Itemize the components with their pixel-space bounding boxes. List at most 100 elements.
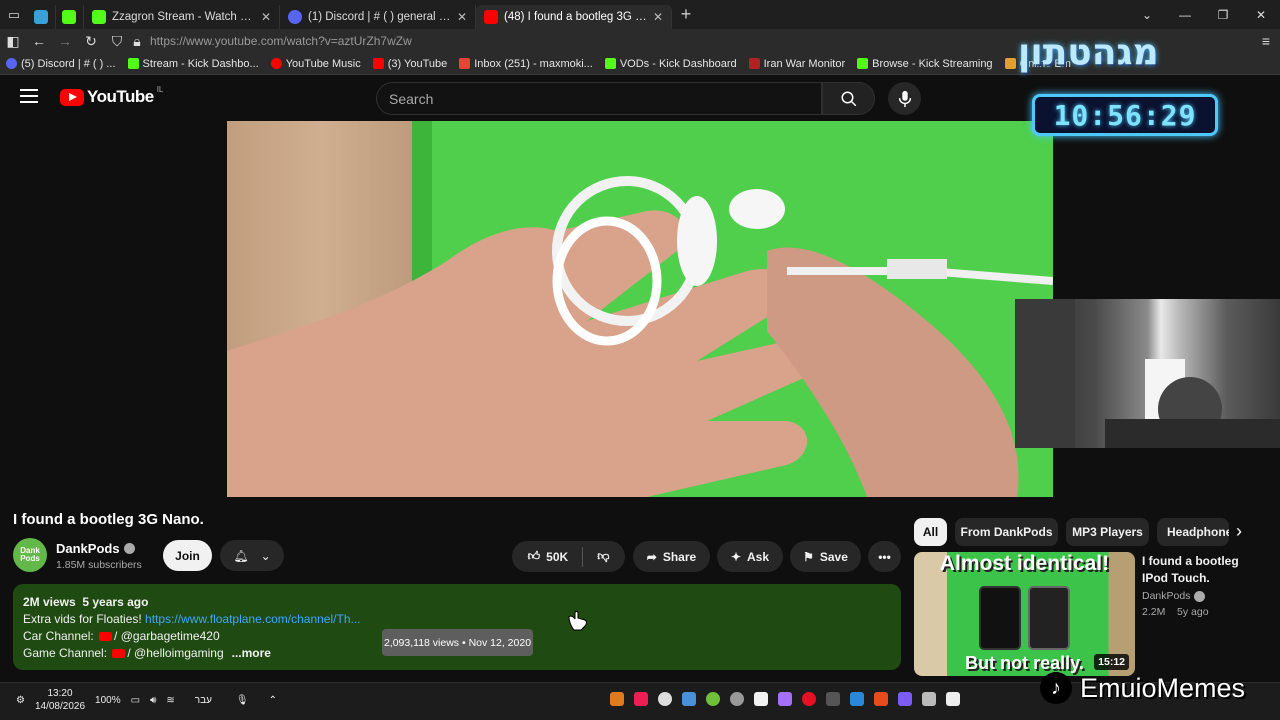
tab-pinned-1[interactable] [28,4,56,29]
gmail-icon [459,58,471,69]
game-channel-link[interactable]: / @helloimgaming [127,646,223,660]
app-icon[interactable] [778,692,792,706]
join-button[interactable]: Join [163,540,212,571]
battery-icon[interactable]: ▭ [131,695,140,706]
chatgpt-icon[interactable] [658,692,672,706]
show-more-link[interactable]: ...more [232,646,271,660]
app-icon[interactable] [706,692,720,706]
tiktok-icon[interactable] [634,692,648,706]
forward-button[interactable]: → [52,33,78,49]
chip-headphones[interactable]: Headphone [1157,518,1229,546]
weather-icon[interactable]: ⚙︎ [16,695,25,706]
video-player[interactable] [227,121,1053,497]
notifications-button[interactable]: 🔔︎ ⌄ [220,540,284,571]
microphone-icon[interactable]: 🎙︎ [236,695,249,706]
thumbs-down-icon[interactable]: 👎︎ [597,549,609,564]
voice-search-button[interactable] [888,82,921,115]
like-button[interactable]: 👍︎ 50K [528,549,569,564]
system-tray: ⚙︎ 13:20 14/08/2026 100% ▭ 🔊︎ ≋ עבר 🎙︎ ⌃ [16,687,277,713]
youtube-logo[interactable]: YouTube IL [60,85,163,107]
taskbar-apps [610,692,960,706]
close-tab-icon[interactable]: ✕ [653,10,663,24]
tab-zzagron-stream[interactable]: Zzagron Stream - Watch Live on ✕ [84,4,280,29]
window-controls: ⌄ — ❐ ✕ [1128,0,1280,29]
volume-icon[interactable]: 🔊︎ [150,695,156,706]
app-icon[interactable] [850,692,864,706]
app-icon[interactable] [946,692,960,706]
floatplane-link[interactable]: https://www.floatplane.com/channel/Th... [145,612,360,626]
ask-button[interactable]: ✦ Ask [717,541,783,572]
app-icon[interactable] [898,692,912,706]
channel-avatar[interactable]: Dank Pods [13,538,47,572]
opera-icon[interactable] [802,692,816,706]
chip-from-dankpods[interactable]: From DankPods [955,518,1058,546]
maximize-button[interactable]: ❐ [1204,0,1242,29]
car-channel-link[interactable]: / @garbagetime420 [114,629,220,643]
back-button[interactable]: ← [26,33,52,49]
bookmark-discord[interactable]: (5) Discord | # ( ) ... [6,58,116,70]
close-window-button[interactable]: ✕ [1242,0,1280,29]
new-tab-button[interactable]: + [672,4,700,25]
browser-menu-icon[interactable]: ≡ [1262,33,1270,49]
bookmark-youtube-music[interactable]: YouTube Music [270,58,361,70]
channel-name[interactable]: DankPods [56,541,135,556]
share-button[interactable]: ➦ Share [633,541,710,572]
clock[interactable]: 13:20 14/08/2026 [35,687,85,713]
minimize-button[interactable]: — [1166,0,1204,29]
recommended-thumbnail[interactable]: Almost identical! But not really. 15:12 [914,552,1135,676]
close-tab-icon[interactable]: ✕ [457,10,467,24]
bookmark-kick-dashboard[interactable]: Stream - Kick Dashbo... [127,58,259,70]
app-icon[interactable] [682,692,696,706]
app-icon[interactable] [826,692,840,706]
chevron-up-icon[interactable]: ⌃ [269,695,277,706]
tab-pinned-kick[interactable] [56,4,84,29]
settings-icon[interactable] [922,692,936,706]
tab-discord[interactable]: (1) Discord | # ( ) general | Od ✕ [280,4,476,29]
stream-timer-overlay: מגהטתון 10:56:29 [996,30,1254,158]
url-field[interactable]: https://www.youtube.com/watch?v=aztUrZh7… [150,34,412,48]
video-title: I found a bootleg 3G Nano. [13,511,204,528]
recommended-age: 5y ago [1177,606,1209,618]
overlay-timer-box: 10:56:29 [1032,94,1218,136]
bookmark-icon: ⚑ [803,549,814,564]
recommended-channel[interactable]: DankPods [1142,590,1206,602]
bookmark-kick-vods[interactable]: VODs - Kick Dashboard [604,58,737,70]
menu-icon[interactable] [20,89,38,103]
tab-favicon [34,9,48,24]
chip-mp3-players[interactable]: MP3 Players [1066,518,1149,546]
reload-button[interactable]: ↻ [78,33,104,50]
bookmark-youtube[interactable]: (3) YouTube [372,57,448,70]
sidebar-toggle-icon[interactable]: ◧ [0,33,26,50]
app-icon[interactable] [610,692,624,706]
search-input[interactable]: Search [376,82,822,115]
search-button[interactable] [822,82,875,115]
more-actions-button[interactable]: ••• [868,541,901,572]
close-tab-icon[interactable]: ✕ [261,10,271,24]
workspaces-icon[interactable]: ▭ [0,0,28,29]
bookmark-label: (3) YouTube [387,57,448,70]
app-icon[interactable] [874,692,888,706]
bookmark-gmail[interactable]: Inbox (251) - maxmoki... [459,58,593,70]
app-icon[interactable] [754,692,768,706]
avatar-text: Dank Pods [20,546,40,563]
tab-list-chevron-icon[interactable]: ⌄ [1128,0,1166,29]
lock-icon[interactable]: 🔒︎ [130,33,144,50]
description-text: Game Channel: [23,646,111,660]
bookmark-kick-browse[interactable]: Browse - Kick Streaming [857,58,993,70]
youtube-music-icon [270,58,282,69]
bookmark-iran-war-monitor[interactable]: Iran War Monitor [748,57,846,70]
app-icon[interactable] [730,692,744,706]
chevron-right-icon[interactable]: › [1236,521,1242,542]
shield-icon[interactable]: ⛉ [104,33,130,50]
language-indicator[interactable]: עבר [195,695,212,706]
chip-all[interactable]: All [914,518,947,546]
subscriber-count: 1.85M subscribers [56,559,142,571]
wifi-icon[interactable]: ≋ [166,695,174,706]
kick-icon [92,9,106,24]
tab-youtube-active[interactable]: (48) I found a bootleg 3G Nano. ✕ [476,4,672,29]
recommended-title[interactable]: I found a bootleg IPod Touch. [1142,553,1267,587]
description-box[interactable]: 2M views 5 years ago Extra vids for Floa… [13,584,901,670]
save-button[interactable]: ⚑ Save [790,541,861,572]
youtube-wordmark: YouTube [87,87,154,106]
bookmark-label: Iran War Monitor [763,57,846,70]
